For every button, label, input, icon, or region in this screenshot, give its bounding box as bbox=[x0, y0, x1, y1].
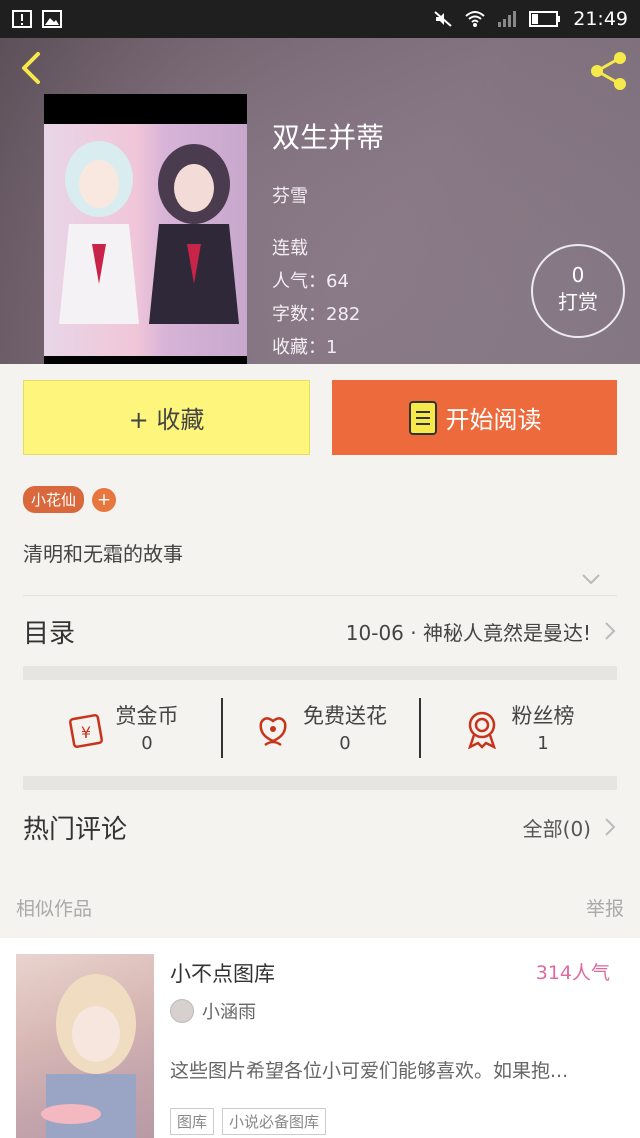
stat-fans[interactable]: 粉丝榜 1 bbox=[419, 684, 617, 774]
stat-flower[interactable]: 免费送花 0 bbox=[221, 684, 419, 774]
mute-icon bbox=[434, 11, 452, 27]
similar-title: 相似作品 bbox=[16, 898, 93, 920]
similar-header: 相似作品 举报 bbox=[16, 894, 624, 921]
book-description: 清明和无霜的故事 bbox=[23, 542, 183, 566]
stat-fans-value: 1 bbox=[537, 733, 549, 754]
expand-chevron-icon[interactable] bbox=[580, 570, 602, 588]
add-tag-button[interactable]: + bbox=[92, 487, 117, 512]
catalog-row[interactable]: 目录 10-06 · 神秘人竟然是曼达! bbox=[23, 596, 617, 666]
stat-flower-value: 0 bbox=[339, 733, 351, 754]
similar-book-author: 小涵雨 bbox=[170, 998, 256, 1024]
book-status: 连载 bbox=[272, 238, 308, 259]
medal-icon bbox=[467, 711, 496, 749]
favorite-button[interactable]: + 收藏 bbox=[23, 380, 310, 455]
similar-book-summary: 这些图片希望各位小可爱们能够喜欢。如果抱... bbox=[170, 1060, 569, 1082]
stats-bar: ¥ 赏金币 0 免费送花 0 粉丝榜 1 bbox=[23, 684, 617, 774]
share-button[interactable] bbox=[588, 50, 630, 92]
book-popularity: 人气：64 bbox=[272, 271, 349, 292]
reward-button[interactable]: 0 打赏 bbox=[531, 244, 625, 338]
tag-chip[interactable]: 图库 bbox=[170, 1108, 215, 1135]
book-word-count: 字数：282 bbox=[272, 304, 361, 325]
avatar bbox=[170, 999, 194, 1023]
chevron-right-icon bbox=[605, 818, 616, 836]
similar-book-tags: 图库 小说必备图库 bbox=[170, 1108, 327, 1135]
similar-book-card[interactable]: 小不点图库 314人气 小涵雨 这些图片希望各位小可爱们能够喜欢。如果抱... … bbox=[0, 938, 640, 1138]
status-bar: 21:49 bbox=[0, 0, 640, 38]
similar-book-author-name: 小涵雨 bbox=[202, 1002, 256, 1023]
book-author[interactable]: 芬雪 bbox=[272, 182, 384, 208]
reward-count: 0 bbox=[571, 263, 585, 287]
start-reading-label: 开始阅读 bbox=[445, 406, 542, 434]
image-icon bbox=[42, 10, 62, 28]
tag-chip[interactable]: 小说必备图库 bbox=[222, 1108, 327, 1135]
latest-chapter: 10-06 · 神秘人竟然是曼达! bbox=[345, 620, 591, 645]
alert-icon bbox=[12, 10, 32, 28]
tag-chip[interactable]: 小花仙 bbox=[23, 486, 85, 513]
flower-icon bbox=[259, 717, 287, 747]
status-time: 21:49 bbox=[573, 8, 628, 30]
tag-list: 小花仙 + bbox=[23, 486, 117, 513]
coin-icon: ¥ bbox=[68, 714, 103, 748]
book-header: 双生并蒂 芬雪 连载 人气：64 字数：282 收藏：1 0 打赏 bbox=[0, 38, 640, 364]
similar-book-title: 小不点图库 bbox=[170, 962, 275, 986]
svg-text:¥: ¥ bbox=[80, 723, 90, 742]
stat-coin[interactable]: ¥ 赏金币 0 bbox=[23, 684, 221, 774]
stat-coin-name: 赏金币 bbox=[115, 704, 179, 728]
favorite-label: + 收藏 bbox=[128, 406, 205, 434]
stat-flower-name: 免费送花 bbox=[303, 704, 387, 728]
section-separator bbox=[23, 666, 617, 680]
catalog-label: 目录 bbox=[23, 618, 76, 649]
cover-artwork bbox=[44, 124, 247, 356]
book-favorites: 收藏：1 bbox=[272, 337, 338, 358]
similar-book-popularity: 314人气 bbox=[535, 962, 610, 984]
report-link[interactable]: 举报 bbox=[586, 894, 624, 921]
wifi-icon bbox=[465, 11, 485, 27]
battery-icon bbox=[529, 11, 561, 27]
all-comments-link[interactable]: 全部(0) bbox=[523, 813, 591, 842]
start-reading-button[interactable]: 开始阅读 bbox=[332, 380, 617, 455]
action-bar: + 收藏 开始阅读 bbox=[0, 364, 640, 468]
book-title: 双生并蒂 bbox=[272, 121, 385, 154]
chevron-right-icon bbox=[605, 622, 616, 640]
stat-fans-name: 粉丝榜 bbox=[511, 704, 575, 728]
section-separator bbox=[23, 776, 617, 790]
reward-label: 打赏 bbox=[558, 290, 598, 314]
book-cover[interactable] bbox=[44, 94, 247, 364]
stat-coin-value: 0 bbox=[141, 733, 153, 754]
hot-comments-row[interactable]: 热门评论 全部(0) bbox=[23, 792, 617, 862]
hot-comments-label: 热门评论 bbox=[23, 814, 128, 845]
back-button[interactable] bbox=[14, 50, 50, 86]
book-icon bbox=[408, 400, 437, 435]
similar-book-cover bbox=[16, 954, 154, 1138]
book-info: 双生并蒂 芬雪 连载 人气：64 字数：282 收藏：1 bbox=[272, 116, 384, 364]
signal-icon bbox=[498, 11, 517, 27]
